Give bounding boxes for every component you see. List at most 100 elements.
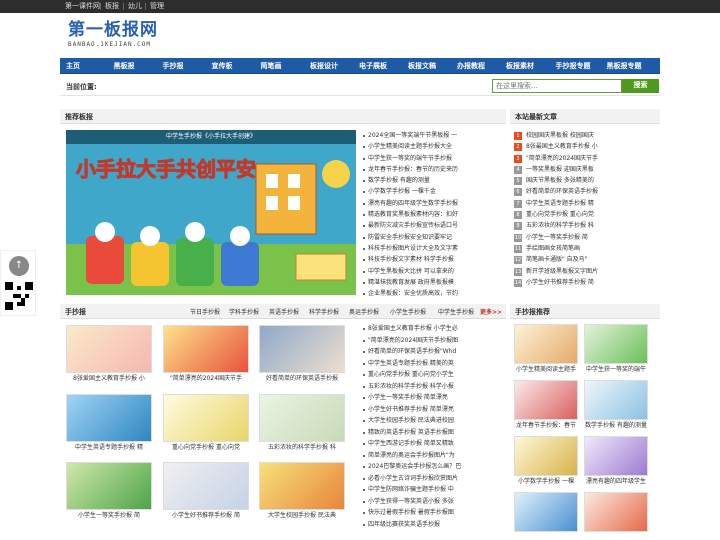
tab-xueke[interactable]: 学科手抄报 <box>229 307 259 316</box>
list-item[interactable]: 大学生校园手抄报 民法典进校园 <box>362 415 506 427</box>
top-link-admin[interactable]: 管理 <box>150 0 164 13</box>
list-item[interactable]: "简单漂亮的2024国庆节手抄报图 <box>362 335 506 347</box>
nav-jianbihua[interactable]: 简笔画 <box>255 58 287 74</box>
list-item[interactable]: 2024全国一等奖端午节黑板报 一 <box>362 130 506 141</box>
tab-xiaoxuesheng[interactable]: 小学生手抄报 <box>390 307 426 316</box>
nav-banbaosucai[interactable]: 板报素材 <box>500 58 540 74</box>
tab-yingyu[interactable]: 英语手抄报 <box>269 307 299 316</box>
list-item[interactable]: 中学生防网络诈骗主题手抄报 中 <box>362 484 506 496</box>
thumbnail <box>514 324 578 364</box>
list-item[interactable]: 科技手抄报图片设计大全及文字素 <box>362 243 506 254</box>
list-item[interactable]: 14 小学生好书推荐手抄报 简 <box>512 277 660 288</box>
thumbnail <box>584 380 648 420</box>
list-item[interactable]: 漂亮有趣的四年级学生数学手抄报 <box>362 198 506 209</box>
nav-banbaowengao[interactable]: 板报文稿 <box>402 58 442 74</box>
list-item[interactable]: 精选教育奖黑板报素材内容：扣好 <box>362 209 506 220</box>
list-item[interactable]: 5 国庆节黑板报 多张精美的 <box>512 175 660 186</box>
list-item[interactable]: 好看简单的环保英语手抄报"Whd <box>362 346 506 358</box>
search-input[interactable] <box>492 79 622 93</box>
list-item[interactable]: 小学数学手抄报 一棵千金 <box>362 186 506 197</box>
list-item[interactable]: 重心向党手抄报 重心向党小学生 <box>362 369 506 381</box>
thumb-card[interactable]: 8张爱国主义教育手抄报 小 <box>66 325 152 385</box>
list-item[interactable]: 数学手抄报 有趣的测量 <box>362 175 506 186</box>
back-to-top-icon[interactable]: ↑ <box>9 256 29 276</box>
list-item[interactable]: 五彩浓妆的科学手抄报 科学小报 <box>362 381 506 393</box>
list-item[interactable]: 11 手绘图画女孩简笔画 <box>512 243 660 254</box>
site-logo[interactable]: 第一板报网 BANBAO.1KEJIAN.COM <box>68 20 158 48</box>
list-item[interactable]: 中学生黑板报大比拼 可以拿来的 <box>362 266 506 277</box>
thumb-card[interactable]: 小学数学手抄报 一棵 <box>514 436 578 487</box>
nav-banbaojiaocheng[interactable]: 办报教程 <box>451 58 491 74</box>
list-item[interactable]: 6 好看简单的环保英语手抄报 <box>512 186 660 197</box>
list-item[interactable]: 4 一等奖黑板报 迎国庆黑板 <box>512 164 660 175</box>
thumb-card[interactable]: 漂亮有趣的四年级学生 <box>584 436 648 487</box>
nav-xuanchuanban[interactable]: 宣传板 <box>206 58 238 74</box>
list-item[interactable]: 9 五彩浓妆的科学手抄报 科 <box>512 220 660 231</box>
list-item[interactable]: 中学生英语专题手抄报 精美的英 <box>362 358 506 370</box>
list-item[interactable]: 企业黑板报：安全优质高效，节约 <box>362 288 506 299</box>
thumb-card[interactable]: 中学生获一等奖的端午 <box>584 324 648 375</box>
list-item[interactable]: 2024巴黎奥运会手抄报怎么画？巴 <box>362 461 506 473</box>
thumb-card[interactable]: 好看简单的环保英语手抄报 <box>259 325 345 385</box>
list-item[interactable]: 中学生西游记手抄报 简单又精致 <box>362 438 506 450</box>
list-item[interactable]: 快乐过暑假手抄报 暑假手抄报图 <box>362 507 506 519</box>
nav-shouchaobao[interactable]: 手抄报 <box>157 58 189 74</box>
list-item[interactable]: 小学生好书推荐手抄报 简单漂亮 <box>362 404 506 416</box>
list-item[interactable]: 最新防灾减灾手抄报宣传标语口号 <box>362 220 506 231</box>
list-item[interactable]: 12 简笔画卡通版" 自及马" <box>512 254 660 265</box>
list-item[interactable]: 必看小学生古诗词手抄报欣赏图片 <box>362 473 506 485</box>
thumbnail <box>259 394 345 442</box>
list-item[interactable]: 简单漂亮的奥运会手抄报图片"为 <box>362 450 506 462</box>
thumb-card[interactable]: 五彩浓妆的科学手抄报 科 <box>259 394 345 454</box>
top-link-banbao[interactable]: 板报 <box>105 0 119 13</box>
list-item[interactable]: 精致的英语手抄报 英语手抄报图 <box>362 427 506 439</box>
thumb-card[interactable] <box>514 492 578 532</box>
thumb-card[interactable]: "简单漂亮的2024国庆节手 <box>163 325 249 385</box>
list-item[interactable]: 四年级比赛获奖英语手抄报 <box>362 519 506 531</box>
list-item[interactable]: 中学生获一等奖的端午节手抄报 <box>362 153 506 164</box>
list-item[interactable]: 龙年春节手抄报：春节的历史来历 <box>362 164 506 175</box>
more-link[interactable]: 更多>> <box>480 307 502 316</box>
recommend-header: 推荐板报 <box>60 109 506 124</box>
tab-jieri[interactable]: 节日手抄报 <box>190 307 220 316</box>
thumb-card[interactable]: 大学生校园手抄报 民法典 <box>259 462 345 522</box>
tab-aoyun[interactable]: 奥运手抄报 <box>349 307 379 316</box>
thumb-card[interactable]: 小学生精美阅读主题手 <box>514 324 578 375</box>
list-item[interactable]: 防雷安全手抄报安全知识要牢记 <box>362 232 506 243</box>
list-item[interactable]: 3 "简单漂亮的2024国庆节手 <box>512 153 660 164</box>
list-item[interactable]: 精湛抹我教育发展 政府黑板报模 <box>362 277 506 288</box>
tab-kexue[interactable]: 科学手抄报 <box>309 307 339 316</box>
thumb-card[interactable]: 中学生英语专题手抄报 精 <box>66 394 152 454</box>
list-item[interactable]: 2 8张最国主义教育手抄报 小 <box>512 141 660 152</box>
list-item[interactable]: 8 重心向党手抄报 重心向党 <box>512 209 660 220</box>
thumb-card[interactable] <box>584 492 648 532</box>
list-item[interactable]: 1 校园国庆黑板报 校园国庆 <box>512 130 660 141</box>
logo-title: 第一板报网 <box>68 20 158 40</box>
thumb-card[interactable]: 小学生好书推荐手抄报 简 <box>163 462 249 522</box>
floating-widget: ↑ <box>0 250 36 316</box>
search-button[interactable]: 搜索 <box>622 79 659 93</box>
list-item[interactable]: 8张爱国主义教育手抄报 小学生必 <box>362 323 506 335</box>
nav-heibanbao[interactable]: 黑板报 <box>108 58 140 74</box>
nav-banbaosheji[interactable]: 板报设计 <box>304 58 344 74</box>
list-item[interactable]: 小学生精美阅读主题手抄报大全 <box>362 141 506 152</box>
thumb-card[interactable]: 数学手抄报 有趣的测量 <box>584 380 648 431</box>
nav-dianzizhanban[interactable]: 电子展板 <box>353 58 393 74</box>
nav-heibanbao-zhuanti[interactable]: 黑板报专题 <box>600 58 648 74</box>
nav-shouchaobao-zhuanti[interactable]: 手抄报专题 <box>549 58 597 74</box>
thumb-card[interactable]: 重心向党手抄报 重心向党 <box>163 394 249 454</box>
list-item[interactable]: 科技手抄报文字素材 科学手抄报 <box>362 254 506 265</box>
list-item[interactable]: 小学生一等奖手抄报 简单漂亮 <box>362 392 506 404</box>
list-item[interactable]: 7 中学生英语专题手抄报 精 <box>512 198 660 209</box>
thumb-card[interactable]: 龙年春节手抄报：春节 <box>514 380 578 431</box>
thumb-card[interactable]: 小学生一等奖手抄报 简 <box>66 462 152 522</box>
top-link-youer[interactable]: 幼儿 <box>128 0 142 13</box>
list-item[interactable]: 13 新开学班级黑板报文字图片 <box>512 266 660 277</box>
list-item[interactable]: 小学生获得一等奖英语小报 多张 <box>362 496 506 508</box>
list-item[interactable]: 10 小学生一等奖手抄报 简 <box>512 232 660 243</box>
nav-home[interactable]: 主页 <box>60 58 86 74</box>
recommend-title: 推荐板报 <box>65 113 93 121</box>
top-link-kejian[interactable]: 第一课件网 <box>65 0 100 13</box>
featured-image[interactable]: 中学生手抄报《小手拉大手创建》 小手拉大手共创平安 <box>66 130 356 295</box>
tab-zhongxuesheng[interactable]: 中学生手抄报 <box>438 307 474 316</box>
